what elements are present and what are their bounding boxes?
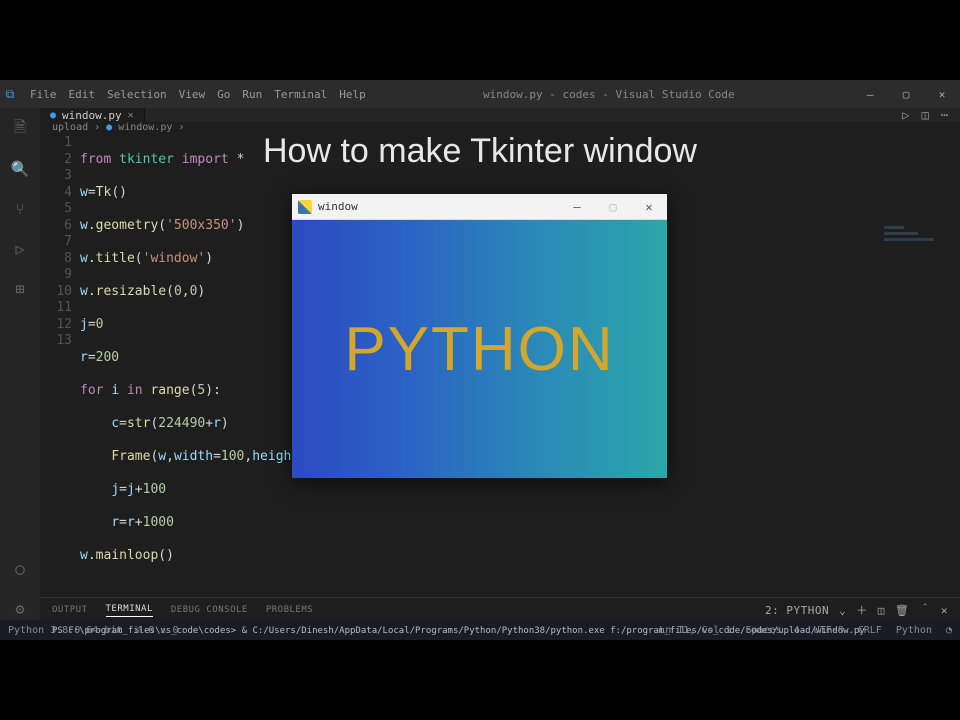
run-debug-icon[interactable]: ▷ [9,238,31,260]
split-terminal-icon[interactable]: ◫ [878,604,885,617]
account-icon[interactable]: ◯ [9,558,31,580]
minimap[interactable] [884,226,954,266]
status-cursor-pos[interactable]: Ln 11, Col 1 [659,625,731,636]
window-close-button[interactable]: ✕ [924,88,960,101]
status-indentation[interactable]: Spaces: 4 [745,625,799,636]
tab-close-icon[interactable]: ✕ [128,110,134,121]
new-terminal-icon[interactable]: ＋ [856,602,868,618]
python-file-icon: ● [50,110,56,121]
settings-gear-icon[interactable]: ⚙ [9,598,31,620]
tkinter-body: PYTHON [292,220,667,478]
split-editor-icon[interactable]: ◫ [922,108,929,122]
status-language[interactable]: Python [896,625,932,636]
menu-run[interactable]: Run [242,88,262,101]
tkinter-body-text: PYTHON [344,314,614,385]
more-actions-icon[interactable]: ⋯ [941,108,948,122]
status-python-version[interactable]: Python 3.8.0 64-bit [8,625,122,636]
chevron-down-icon[interactable]: ⌄ [839,604,846,617]
tkinter-app-window[interactable]: window — ▢ ✕ PYTHON [292,194,667,478]
tk-minimize-button[interactable]: — [559,200,595,214]
line-numbers: 12345678910111213 [40,135,80,597]
menu-help[interactable]: Help [339,88,366,101]
status-problems[interactable]: ⊘ 0 ⚠ 0 [136,625,178,636]
panel-close-icon[interactable]: ✕ [941,604,948,617]
menu-view[interactable]: View [179,88,206,101]
panel-tab-output[interactable]: OUTPUT [52,605,88,615]
tab-label: window.py [62,109,122,122]
menu-terminal[interactable]: Terminal [274,88,327,101]
window-maximize-button[interactable]: ▢ [888,88,924,101]
vscode-logo-icon: ⧉ [0,87,20,102]
window-minimize-button[interactable]: — [852,88,888,101]
menu-edit[interactable]: Edit [69,88,96,101]
status-encoding[interactable]: UTF-8 [814,625,844,636]
menu-bar: File Edit Selection View Go Run Terminal… [20,88,366,101]
menu-selection[interactable]: Selection [107,88,167,101]
menu-go[interactable]: Go [217,88,230,101]
source-control-icon[interactable]: ⑂ [9,198,31,220]
panel-maximize-icon[interactable]: ＾ [919,602,931,618]
status-feedback-icon[interactable]: ◔ [946,625,952,636]
panel-tab-problems[interactable]: PROBLEMS [266,605,313,615]
tk-close-button[interactable]: ✕ [631,200,667,214]
tkinter-title: window [318,200,358,213]
kill-terminal-icon[interactable]: 🗑 [895,604,909,617]
run-file-icon[interactable]: ▷ [902,108,909,122]
menu-file[interactable]: File [30,88,57,101]
panel-tab-debug-console[interactable]: DEBUG CONSOLE [171,605,248,615]
tkinter-titlebar[interactable]: window — ▢ ✕ [292,194,667,220]
tk-maximize-button[interactable]: ▢ [595,200,631,214]
activity-bar: 🗎 🔍 ⑂ ▷ ⊞ ◯ ⚙ [0,108,40,620]
status-eol[interactable]: CRLF [858,625,882,636]
terminal-shell-select[interactable]: 2: Python [765,604,829,617]
extensions-icon[interactable]: ⊞ [9,278,31,300]
python-app-icon [298,200,312,214]
window-title: window.py - codes - Visual Studio Code [366,88,852,101]
editor-tabs: ● window.py ✕ ▷ ◫ ⋯ [40,108,960,122]
panel-tab-terminal[interactable]: TERMINAL [106,604,153,617]
video-overlay-title: How to make Tkinter window [0,132,960,171]
titlebar: ⧉ File Edit Selection View Go Run Termin… [0,80,960,108]
tab-window-py[interactable]: ● window.py ✕ [40,108,145,122]
